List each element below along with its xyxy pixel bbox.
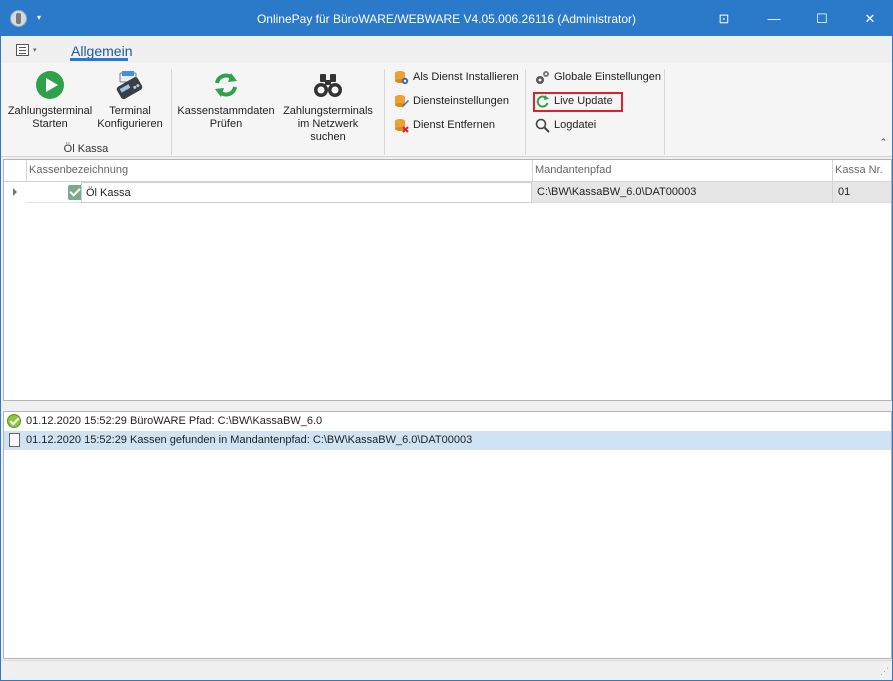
ribbon-tab-bar: ▾ Allgemein xyxy=(1,36,892,64)
title-bar[interactable]: ▾ OnlinePay für BüroWARE/WEBWARE V4.05.0… xyxy=(1,1,892,36)
service-settings-label: Diensteinstellungen xyxy=(413,95,510,107)
install-as-service-button[interactable]: Als Dienst Installieren xyxy=(393,68,519,86)
logfile-button[interactable]: Logdatei xyxy=(534,116,596,134)
configure-terminal-label-line2: Konfigurieren xyxy=(97,118,163,130)
db-remove-icon xyxy=(394,118,409,133)
log-entry-text: 01.12.2020 15:52:29 BüroWARE Pfad: C:\BW… xyxy=(26,415,323,427)
active-tab-indicator xyxy=(70,58,128,61)
column-divider[interactable] xyxy=(532,160,533,182)
status-bar: ⋰ xyxy=(1,660,892,680)
install-service-label: Als Dienst Installieren xyxy=(413,71,519,83)
grid-header: Kassenbezeichnung Mandantenpfad Kassa Nr… xyxy=(4,160,891,182)
collapse-ribbon-icon[interactable]: ⌃ xyxy=(879,137,887,148)
column-header-mandantenpfad[interactable]: Mandantenpfad xyxy=(535,164,611,176)
document-icon xyxy=(9,433,20,447)
app-window: ▾ OnlinePay für BüroWARE/WEBWARE V4.05.0… xyxy=(0,0,893,681)
check-register-data-button[interactable]: Kassenstammdaten Prüfen xyxy=(177,69,275,131)
register-grid[interactable]: Kassenbezeichnung Mandantenpfad Kassa Nr… xyxy=(3,159,892,401)
cell-kassa-nr[interactable]: 01 xyxy=(832,182,891,203)
global-settings-button[interactable]: Globale Einstellungen xyxy=(534,68,661,86)
card-terminal-icon xyxy=(114,69,146,101)
quick-access-caret-icon[interactable]: ▾ xyxy=(33,46,37,54)
list-item[interactable]: 01.12.2020 15:52:29 Kassen gefunden in M… xyxy=(4,431,891,450)
ribbon-separator xyxy=(384,69,385,155)
configure-terminal-button[interactable]: Terminal Konfigurieren xyxy=(95,69,165,131)
db-gear-icon xyxy=(394,70,409,85)
binoculars-icon xyxy=(312,69,344,101)
column-header-kassa-nr[interactable]: Kassa Nr. xyxy=(835,164,883,176)
check-register-label-line1: Kassenstammdaten xyxy=(177,105,275,117)
log-list[interactable]: 01.12.2020 15:52:29 BüroWARE Pfad: C:\BW… xyxy=(3,411,892,659)
close-button[interactable]: ✕ xyxy=(847,1,893,36)
tab-allgemein[interactable]: Allgemein xyxy=(71,43,132,59)
refresh-icon xyxy=(210,69,242,101)
start-terminal-label-line1: Zahlungsterminal xyxy=(7,105,93,117)
live-update-highlight xyxy=(533,92,623,112)
check-register-label-line2: Prüfen xyxy=(209,118,243,130)
minimize-button[interactable]: — xyxy=(751,1,797,36)
cell-kassenbezeichnung[interactable]: Öl Kassa xyxy=(81,182,532,203)
table-row[interactable]: Öl Kassa C:\BW\KassaBW_6.0\DAT00003 01 xyxy=(4,182,891,203)
ribbon-display-options-button[interactable]: ⊡ xyxy=(701,1,747,36)
list-item[interactable]: 01.12.2020 15:52:29 BüroWARE Pfad: C:\BW… xyxy=(4,412,891,431)
service-settings-button[interactable]: Diensteinstellungen xyxy=(393,92,509,110)
remove-service-label: Dienst Entfernen xyxy=(413,119,495,131)
log-entry-text: 01.12.2020 15:52:29 Kassen gefunden in M… xyxy=(26,434,473,446)
search-terminals-label-line1: Zahlungsterminals xyxy=(283,105,373,117)
start-payment-terminal-button[interactable]: Zahlungsterminal Starten xyxy=(7,69,93,131)
column-divider xyxy=(26,160,27,182)
ribbon-group-label: Öl Kassa xyxy=(63,143,109,155)
search-terminals-label-line2: im Netzwerk suchen xyxy=(297,118,359,143)
resize-grip-icon[interactable]: ⋰ xyxy=(880,666,889,677)
ribbon-separator xyxy=(664,69,665,155)
column-header-kassenbezeichnung[interactable]: Kassenbezeichnung xyxy=(29,164,128,176)
row-indicator-icon xyxy=(13,188,17,196)
start-terminal-label-line2: Starten xyxy=(32,118,68,130)
row-checkbox-cell[interactable] xyxy=(26,182,83,203)
ribbon-separator xyxy=(171,69,172,155)
quick-access-menu-icon[interactable] xyxy=(16,44,29,56)
remove-service-button[interactable]: Dienst Entfernen xyxy=(393,116,495,134)
ribbon-panel: Zahlungsterminal Starten Terminal Konfig… xyxy=(1,63,892,157)
configure-terminal-label-line1: Terminal xyxy=(109,105,151,117)
ribbon-separator xyxy=(525,69,526,155)
maximize-button[interactable]: ☐ xyxy=(799,1,845,36)
db-edit-icon xyxy=(394,94,409,109)
cell-mandantenpfad[interactable]: C:\BW\KassaBW_6.0\DAT00003 xyxy=(532,182,832,203)
magnifier-icon xyxy=(535,118,550,133)
logfile-label: Logdatei xyxy=(554,119,597,131)
play-icon xyxy=(34,69,66,101)
global-settings-label: Globale Einstellungen xyxy=(554,71,662,83)
success-icon xyxy=(7,414,21,428)
search-network-terminals-button[interactable]: Zahlungsterminals im Netzwerk suchen xyxy=(279,69,377,144)
column-divider[interactable] xyxy=(832,160,833,182)
gears-icon xyxy=(535,70,550,85)
